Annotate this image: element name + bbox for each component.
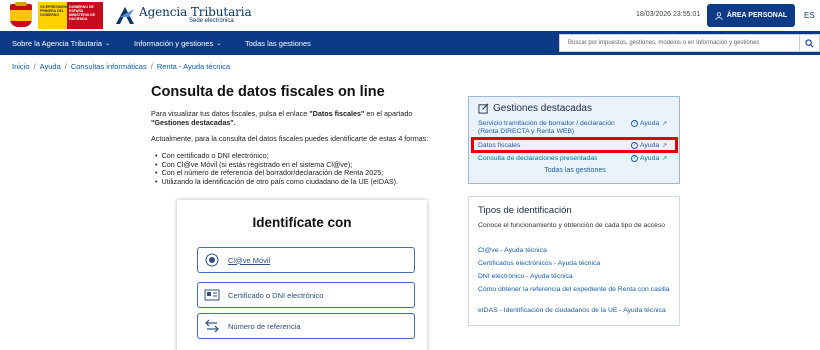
link-eidas[interactable]: eIDAS - Identificación de ciudadanos de … [478, 307, 674, 316]
user-icon [715, 11, 723, 20]
intro-bold-datos: "Datos fiscales" [309, 109, 365, 118]
numero-referencia-label: Número de referencia [228, 321, 301, 331]
link-servicio-tramitacion[interactable]: Servicio tramitación de borrador / decla… [478, 120, 630, 136]
search-input[interactable]: Buscar por impuestos, gestiones, modelos… [559, 34, 800, 52]
link-certificados[interactable]: Certificados electrónicos - Ayuda técnic… [478, 260, 678, 269]
external-link-icon: ↗ [662, 121, 668, 127]
intro-text: Para visualizar tus datos fiscales, puls… [151, 109, 310, 118]
page-title: Consulta de datos fiscales on line [151, 84, 385, 100]
nav-item-label: Sobre la Agencia Tributaria [12, 38, 103, 48]
nav-item-todas-gestiones[interactable]: Todas las gestiones [245, 31, 311, 55]
intro-bold-gestiones: "Gestiones destacadas". [151, 118, 236, 127]
breadcrumb-item-consultas[interactable]: Consultas informáticas [71, 62, 147, 71]
breadcrumb-separator: / [33, 62, 36, 71]
main-nav: Sobre la Agencia Tributaria ⌄ Información… [0, 31, 820, 55]
intro-text: en el apartado [364, 109, 413, 118]
highlight-box [471, 137, 678, 153]
clave-movil-button[interactable]: Cl@ve Móvil [197, 247, 415, 273]
methods-paragraph: Actualmente, para la consulta del datos … [151, 134, 429, 143]
tipos-identificacion-panel: Tipos de identificación Conoce el funcio… [468, 196, 680, 326]
help-label: Ayuda [640, 120, 660, 127]
numero-referencia-button[interactable]: Número de referencia [197, 313, 415, 339]
breadcrumb: Inicio / Ayuda / Consultas informáticas … [12, 62, 230, 71]
tipos-title: Tipos de identificación [478, 205, 572, 216]
coat-of-arms-icon [6, 2, 36, 29]
arrows-icon [204, 318, 220, 334]
nav-item-sobre-agencia[interactable]: Sobre la Agencia Tributaria ⌄ [12, 31, 110, 55]
ministerio-label: GOBIERNO DE ESPAÑA MINISTERIO DE HACIEND… [67, 2, 103, 29]
breadcrumb-separator: / [150, 62, 153, 71]
language-selector[interactable]: ES [804, 11, 815, 20]
gestiones-title-text: Gestiones destacadas [493, 103, 592, 114]
external-link-icon: ↗ [662, 156, 668, 162]
search-button[interactable] [800, 34, 820, 52]
id-card-icon [204, 287, 220, 303]
chevron-down-icon: ⌄ [105, 40, 111, 47]
question-icon: ? [631, 155, 638, 162]
breadcrumb-item-inicio[interactable]: Inicio [12, 62, 30, 71]
nav-item-label: Información y gestiones [134, 38, 214, 48]
breadcrumb-separator: / [64, 62, 67, 71]
agency-mark-icon [114, 5, 136, 25]
help-label: Ayuda [640, 155, 660, 162]
certificado-dni-button[interactable]: Certificado o DNI electrónico [197, 282, 415, 308]
edit-icon [478, 103, 489, 114]
nav-item-label: Todas las gestiones [245, 38, 311, 48]
certificado-dni-label: Certificado o DNI electrónico [228, 290, 324, 300]
area-personal-label: ÁREA PERSONAL [726, 12, 788, 19]
link-consulta-declaraciones[interactable]: Consulta de declaraciones presentadas [478, 155, 597, 163]
government-logo[interactable]: VICEPRESIDENCIA PRIMERA DEL GOBIERNO GOB… [6, 2, 106, 29]
breadcrumb-item-ayuda[interactable]: Ayuda [40, 62, 61, 71]
datetime-label: 18/03/2026 23:55:01 [636, 11, 701, 18]
tipos-description: Conoce el funcionamiento y obtención de … [478, 222, 666, 229]
identify-title: Identifícate con [252, 215, 352, 230]
gestiones-title: Gestiones destacadas [478, 103, 592, 114]
clave-movil-label: Cl@ve Móvil [228, 255, 271, 265]
methods-list: Con certificado o DNI electrónico; Con C… [155, 151, 399, 187]
link-dni[interactable]: DNI electrónico - Ayuda técnica [478, 273, 678, 282]
question-icon: ? [631, 120, 638, 127]
link-clave[interactable]: Cl@ve - Ayuda técnica [478, 247, 678, 256]
area-personal-button[interactable]: ÁREA PERSONAL [707, 4, 795, 27]
list-item: Utilizando la identificación de otro paí… [155, 177, 399, 187]
agency-logo[interactable]: Agencia Tributaria Sede electrónica [114, 5, 252, 27]
todas-gestiones-link[interactable]: Todas las gestiones [469, 167, 681, 174]
agency-title: Agencia Tributaria [139, 5, 252, 19]
help-link[interactable]: ? Ayuda ↗ [631, 155, 667, 162]
chevron-down-icon: ⌄ [216, 40, 222, 47]
site-header: VICEPRESIDENCIA PRIMERA DEL GOBIERNO GOB… [0, 0, 820, 31]
help-link[interactable]: ? Ayuda ↗ [631, 120, 667, 127]
clave-movil-icon [204, 252, 220, 268]
intro-paragraph: Para visualizar tus datos fiscales, puls… [151, 109, 451, 127]
search-icon [805, 38, 814, 47]
identify-card: Identifícate con Cl@ve Móvil Certificado… [177, 200, 427, 350]
nav-item-informacion-gestiones[interactable]: Información y gestiones ⌄ [134, 31, 221, 55]
link-referencia-expediente[interactable]: Cómo obtener la referencia del expedient… [478, 286, 674, 295]
breadcrumb-item-renta[interactable]: Renta - Ayuda técnica [157, 62, 230, 71]
vicepresidencia-label: VICEPRESIDENCIA PRIMERA DEL GOBIERNO [38, 2, 72, 29]
